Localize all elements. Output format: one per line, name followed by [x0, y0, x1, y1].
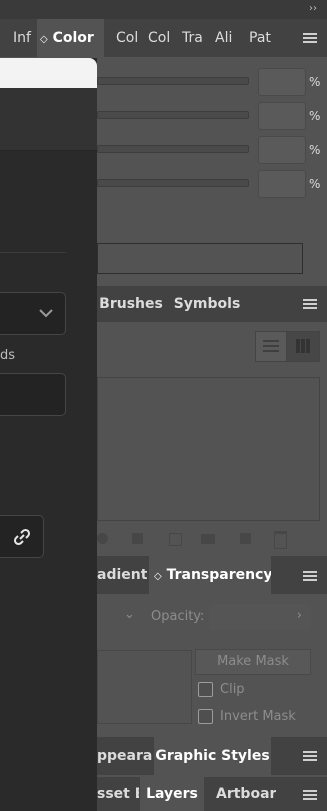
- tab-drag-icon: ◇: [154, 571, 162, 582]
- percent-label: %: [309, 177, 321, 191]
- tab-symbols[interactable]: Symbols: [169, 286, 245, 322]
- tab-gradient[interactable]: adient: [97, 556, 147, 594]
- symbols-list[interactable]: [97, 377, 320, 521]
- dialog-field-label: ds: [0, 348, 16, 363]
- tab-align[interactable]: Ali: [215, 19, 239, 57]
- blend-mode-chevron[interactable]: ⌄: [124, 607, 135, 622]
- tab-layers[interactable]: Layers: [140, 777, 204, 811]
- tab-pathfinder[interactable]: Pat: [249, 19, 275, 57]
- tab-artboards[interactable]: Artboar: [216, 777, 276, 811]
- tab-info[interactable]: Inf: [13, 19, 39, 57]
- tab-transparency-label: Transparency: [166, 567, 271, 583]
- mask-thumbnail: [97, 650, 192, 724]
- dialog-header: [0, 58, 97, 88]
- tab-asset-export[interactable]: sset Ex: [97, 777, 139, 811]
- color-value-field[interactable]: [258, 68, 306, 96]
- color-slider[interactable]: [97, 145, 249, 153]
- percent-label: %: [309, 143, 321, 157]
- color-value-field[interactable]: [258, 170, 306, 198]
- break-link-icon[interactable]: [132, 533, 143, 544]
- tab-graphic-styles[interactable]: Graphic Styles: [154, 737, 271, 775]
- opacity-label: Opacity:: [151, 609, 205, 624]
- collapse-panels-button[interactable]: ››: [309, 3, 317, 14]
- clip-label: Clip: [220, 682, 245, 697]
- tab-drag-icon: ◇: [40, 34, 48, 45]
- symbol-options-icon[interactable]: [169, 533, 182, 546]
- panel-menu-icon[interactable]: [303, 299, 317, 309]
- dialog-input[interactable]: [0, 373, 66, 416]
- panel-menu-icon[interactable]: [303, 33, 317, 43]
- tab-color-themes[interactable]: Col: [148, 19, 174, 57]
- clip-checkbox[interactable]: [198, 682, 213, 697]
- panel-menu-icon[interactable]: [303, 751, 317, 761]
- new-symbol-icon[interactable]: [240, 533, 251, 544]
- color-value-field[interactable]: [258, 102, 306, 130]
- place-symbol-icon[interactable]: [97, 533, 108, 544]
- link-icon: [13, 528, 31, 546]
- invert-mask-checkbox[interactable]: [198, 709, 213, 724]
- dialog-dropdown[interactable]: [0, 292, 66, 335]
- chevron-down-icon: [39, 309, 53, 318]
- tab-color[interactable]: ◇ Color: [37, 19, 104, 57]
- tab-color-guide[interactable]: Col: [116, 19, 142, 57]
- color-slider[interactable]: [97, 77, 249, 85]
- dialog-toolbar: [0, 88, 97, 151]
- symbols-footer: [97, 530, 327, 550]
- color-spectrum[interactable]: [97, 243, 303, 274]
- color-slider[interactable]: [97, 179, 249, 187]
- tab-transparency[interactable]: ◇ Transparency: [149, 556, 271, 594]
- opacity-input[interactable]: ›: [209, 604, 311, 630]
- link-button[interactable]: [0, 515, 44, 558]
- color-value-field[interactable]: [258, 136, 306, 164]
- panel-menu-icon[interactable]: [303, 790, 317, 800]
- list-view-button[interactable]: [255, 331, 287, 362]
- dialog-divider: [0, 252, 66, 253]
- tab-appearance[interactable]: ppearan: [97, 737, 153, 775]
- tab-brushes[interactable]: Brushes: [97, 286, 165, 322]
- percent-label: %: [309, 109, 321, 123]
- panel-menu-icon[interactable]: [303, 571, 317, 581]
- make-mask-button[interactable]: Make Mask: [195, 649, 311, 675]
- folder-icon[interactable]: [201, 534, 215, 544]
- percent-label: %: [309, 75, 321, 89]
- dialog-panel: [0, 58, 97, 811]
- tab-transform[interactable]: Tra: [182, 19, 208, 57]
- invert-mask-label: Invert Mask: [220, 709, 296, 724]
- tab-color-label: Color: [52, 30, 94, 46]
- trash-icon[interactable]: [274, 531, 287, 549]
- panel-dock-header: [0, 0, 327, 19]
- color-slider[interactable]: [97, 111, 249, 119]
- thumbnail-view-button[interactable]: [286, 331, 320, 362]
